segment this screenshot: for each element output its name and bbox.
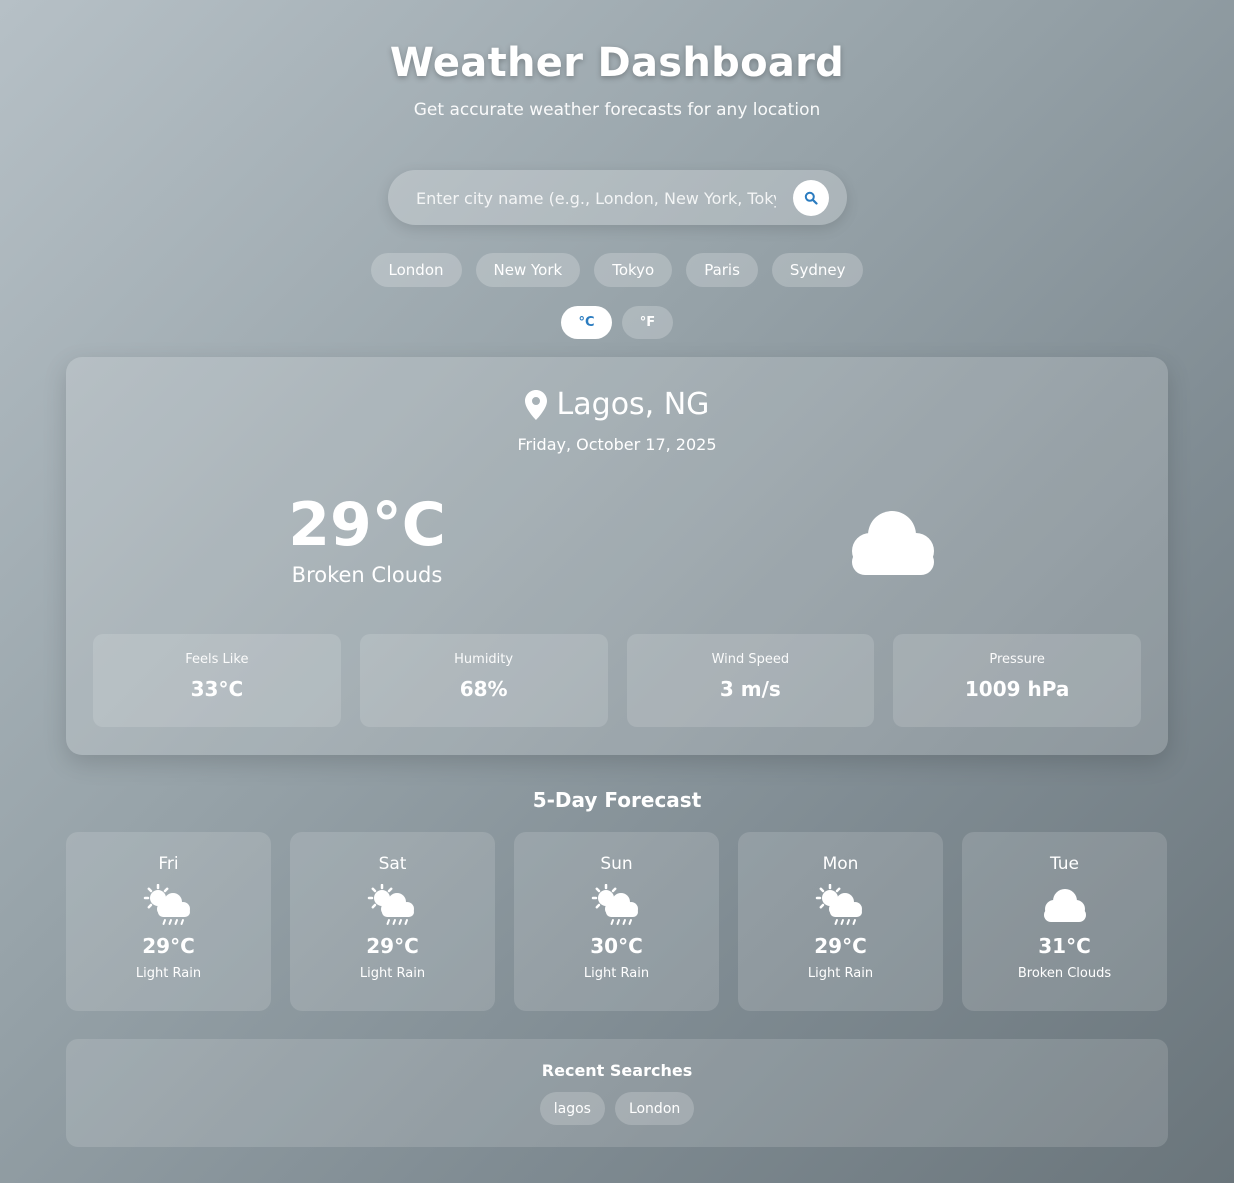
detail-label: Humidity	[454, 652, 514, 667]
recent-search-lagos[interactable]: lagos	[539, 1092, 605, 1125]
sun-rain-cloud-icon	[367, 884, 414, 925]
detail-label: Wind Speed	[711, 652, 790, 667]
forecast-day-condition: Broken Clouds	[1017, 966, 1112, 981]
quick-city-new-york[interactable]: New York	[475, 253, 581, 287]
current-temperature-block: 29°C Broken Clouds	[246, 495, 488, 587]
recent-searches-list: lagos London	[66, 1092, 1168, 1125]
page-title: Weather Dashboard	[389, 40, 845, 86]
search-button[interactable]	[793, 180, 829, 216]
forecast-title: 5-Day Forecast	[532, 788, 702, 812]
forecast-day-card: Sat 29°C Light Rain	[290, 832, 495, 1011]
forecast-day-temp: 30°C	[590, 934, 643, 958]
forecast-day-name: Tue	[1049, 854, 1080, 874]
forecast-day-name: Mon	[822, 854, 859, 874]
wind-speed-card: Wind Speed 3 m/s	[626, 634, 875, 727]
forecast-day-name: Sun	[600, 854, 633, 874]
quick-city-sydney[interactable]: Sydney	[771, 253, 864, 287]
fahrenheit-button[interactable]: °F	[622, 306, 673, 339]
forecast-day-temp: 29°C	[366, 934, 419, 958]
search-icon	[804, 191, 818, 205]
location-name: Lagos, NG	[556, 387, 710, 422]
detail-value: 3 m/s	[719, 677, 781, 701]
quick-city-list: London New York Tokyo Paris Sydney	[0, 253, 1234, 287]
location-heading: Lagos, NG	[66, 387, 1168, 422]
forecast-day-temp: 29°C	[142, 934, 195, 958]
current-date: Friday, October 17, 2025	[517, 435, 717, 454]
forecast-day-condition: Light Rain	[135, 966, 202, 981]
forecast-day-condition: Light Rain	[359, 966, 426, 981]
detail-label: Feels Like	[185, 652, 249, 667]
forecast-list: Fri 29°C Light Rain Sat 29°C Light Rain …	[66, 832, 1168, 1011]
forecast-day-card: Fri 29°C Light Rain	[66, 832, 271, 1011]
forecast-day-card: Sun 30°C Light Rain	[514, 832, 719, 1011]
recent-search-london[interactable]: London	[614, 1092, 695, 1125]
forecast-day-name: Fri	[158, 854, 179, 874]
forecast-day-temp: 31°C	[1038, 934, 1091, 958]
search-input[interactable]	[414, 170, 778, 227]
pressure-card: Pressure 1009 hPa	[893, 634, 1141, 727]
forecast-day-condition: Light Rain	[583, 966, 650, 981]
recent-searches-title: Recent Searches	[541, 1061, 693, 1080]
sun-rain-cloud-icon	[143, 884, 190, 925]
detail-value: 68%	[459, 677, 508, 701]
unit-toggle: °C °F	[561, 306, 673, 339]
quick-city-tokyo[interactable]: Tokyo	[594, 253, 673, 287]
forecast-day-card: Tue 31°C Broken Clouds	[962, 832, 1167, 1011]
search-bar	[388, 170, 847, 227]
current-weather-card: Lagos, NG Friday, October 17, 2025 29°C …	[66, 357, 1168, 755]
detail-value: 1009 hPa	[964, 677, 1070, 701]
page-header: Weather Dashboard Get accurate weather f…	[0, 40, 1234, 120]
forecast-day-name: Sat	[378, 854, 407, 874]
quick-city-paris[interactable]: Paris	[686, 253, 758, 287]
forecast-day-temp: 29°C	[814, 934, 867, 958]
sun-rain-cloud-icon	[815, 884, 862, 925]
celsius-button[interactable]: °C	[561, 306, 612, 339]
detail-label: Pressure	[989, 652, 1045, 667]
recent-searches-card: Recent Searches lagos London	[66, 1039, 1168, 1147]
current-condition: Broken Clouds	[291, 563, 443, 587]
humidity-card: Humidity 68%	[359, 634, 608, 727]
sun-rain-cloud-icon	[591, 884, 638, 925]
current-temperature: 29°C	[288, 490, 446, 560]
quick-city-london[interactable]: London	[370, 253, 462, 287]
cloud-icon	[852, 511, 934, 575]
cloud-icon	[1043, 889, 1086, 922]
forecast-day-condition: Light Rain	[807, 966, 874, 981]
map-pin-icon	[524, 389, 547, 420]
weather-details: Feels Like 33°C Humidity 68% Wind Speed …	[93, 634, 1141, 727]
page-subtitle: Get accurate weather forecasts for any l…	[413, 100, 821, 120]
detail-value: 33°C	[190, 677, 244, 701]
feels-like-card: Feels Like 33°C	[93, 634, 341, 727]
forecast-day-card: Mon 29°C Light Rain	[738, 832, 943, 1011]
